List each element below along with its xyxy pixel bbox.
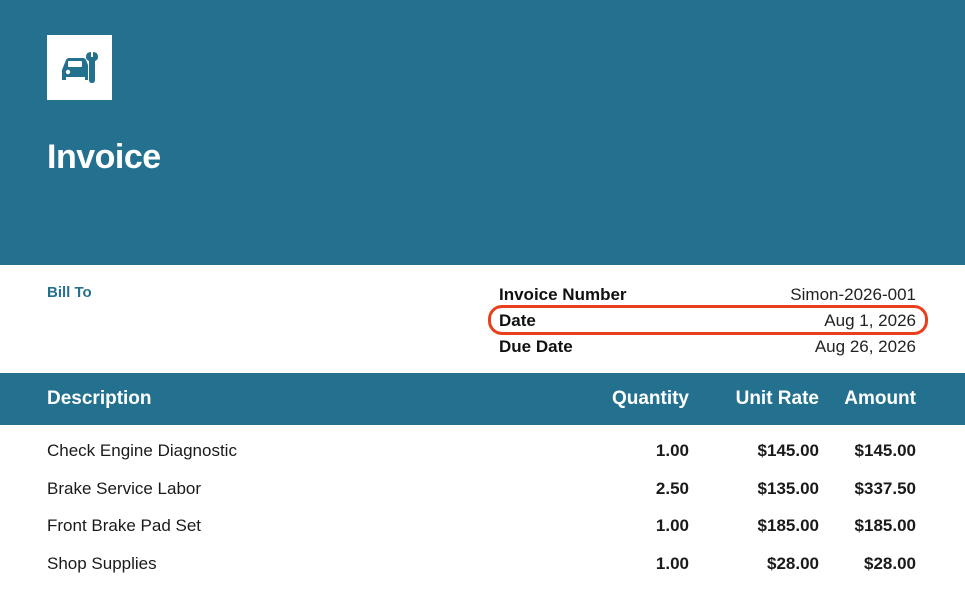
invoice-date-label: Date bbox=[499, 311, 536, 330]
invoice-header: Invoice bbox=[0, 0, 965, 265]
invoice-number-label: Invoice Number bbox=[499, 285, 627, 304]
column-header-description: Description bbox=[47, 388, 152, 409]
table-row: Check Engine Diagnostic 1.00 $145.00 $14… bbox=[0, 432, 965, 470]
line-items-header: Description Quantity Unit Rate Amount bbox=[0, 373, 965, 425]
item-quantity: 1.00 bbox=[655, 516, 689, 535]
column-header-amount: Amount bbox=[844, 388, 916, 409]
item-unit-rate: $185.00 bbox=[757, 516, 819, 535]
item-quantity: 2.50 bbox=[655, 478, 689, 498]
invoice-number-row: Invoice Number Simon-2026-001 bbox=[499, 282, 916, 308]
item-quantity: 1.00 bbox=[655, 553, 689, 573]
invoice-date-value: Aug 1, 2026 bbox=[824, 311, 916, 330]
invoice-date-row: Date Aug 1, 2026 bbox=[499, 308, 916, 334]
invoice-number-value: Simon-2026-001 bbox=[790, 285, 916, 304]
column-header-quantity: Quantity bbox=[611, 388, 689, 409]
column-header-unit-rate: Unit Rate bbox=[735, 388, 819, 409]
company-logo bbox=[47, 35, 112, 100]
due-date-value: Aug 26, 2026 bbox=[814, 337, 916, 356]
item-description: Check Engine Diagnostic bbox=[47, 441, 237, 460]
item-amount: $145.00 bbox=[854, 441, 916, 460]
item-unit-rate: $28.00 bbox=[767, 553, 819, 573]
table-row: Brake Service Labor 2.50 $135.00 $337.50 bbox=[0, 470, 965, 508]
table-row: Shop Supplies 1.00 $28.00 $28.00 bbox=[0, 545, 965, 583]
item-description: Brake Service Labor bbox=[47, 478, 202, 498]
item-unit-rate: $145.00 bbox=[757, 441, 819, 460]
table-row: Front Brake Pad Set 1.00 $185.00 $185.00 bbox=[0, 507, 965, 545]
line-items: Check Engine Diagnostic 1.00 $145.00 $14… bbox=[0, 432, 965, 582]
item-unit-rate: $135.00 bbox=[757, 478, 819, 498]
invoice-meta: Invoice Number Simon-2026-001 Date Aug 1… bbox=[499, 282, 916, 360]
bill-to-label: Bill To bbox=[47, 284, 92, 301]
due-date-label: Due Date bbox=[499, 337, 573, 356]
page-title: Invoice bbox=[47, 138, 161, 176]
item-quantity: 1.00 bbox=[655, 441, 689, 460]
due-date-row: Due Date Aug 26, 2026 bbox=[499, 334, 916, 360]
item-description: Shop Supplies bbox=[47, 553, 157, 573]
item-description: Front Brake Pad Set bbox=[47, 516, 202, 535]
car-wrench-icon bbox=[61, 51, 98, 83]
item-amount: $185.00 bbox=[854, 516, 916, 535]
item-amount: $28.00 bbox=[864, 553, 916, 573]
item-amount: $337.50 bbox=[854, 478, 916, 498]
